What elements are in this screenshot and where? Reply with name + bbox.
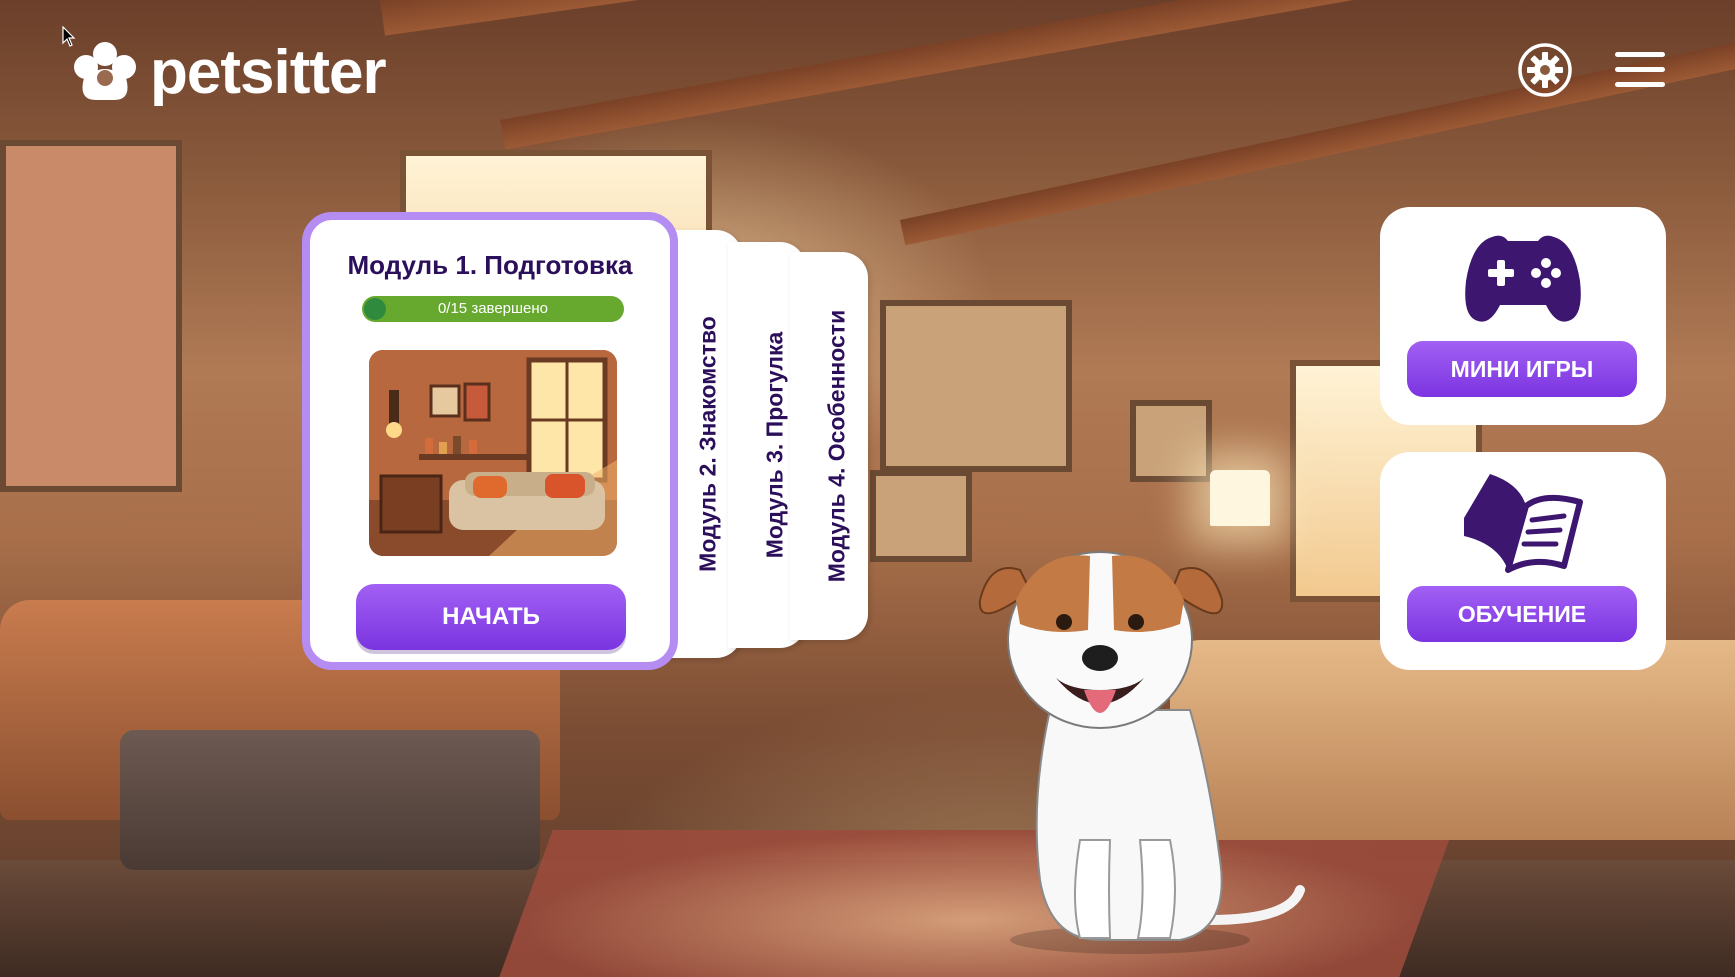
learning-card[interactable]: ОБУЧЕНИЕ (1380, 452, 1666, 670)
gamepad-icon (1465, 235, 1581, 322)
current-module-card: Модуль 1. Подготовка 0/15 завершено НАЧА… (302, 212, 678, 670)
book-icon (1464, 474, 1583, 573)
menu-button[interactable] (1610, 40, 1670, 100)
module-4-tab[interactable]: Модуль 4. Особенности (790, 252, 868, 640)
living-room-illustration (369, 350, 617, 556)
mini-games-button[interactable]: МИНИ ИГРЫ (1407, 341, 1637, 397)
module-title: Модуль 1. Подготовка (347, 250, 633, 280)
paw-icon (74, 42, 136, 100)
progress-bar: 0/15 завершено (362, 296, 624, 322)
mini-games-card[interactable]: МИНИ ИГРЫ (1380, 207, 1666, 425)
brand-name: petsitter (150, 38, 387, 107)
learning-button[interactable]: ОБУЧЕНИЕ (1407, 586, 1637, 642)
hamburger-menu-icon (1615, 52, 1665, 87)
module-3-label: Модуль 3. Прогулка (761, 331, 788, 559)
dog-illustration (978, 551, 1305, 954)
brand-logo[interactable]: petsitter (72, 38, 387, 107)
progress-text: 0/15 завершено (437, 300, 549, 317)
start-button[interactable]: НАЧАТЬ (356, 584, 626, 650)
module-4-label: Модуль 4. Особенности (823, 309, 850, 583)
gear-icon (1518, 43, 1572, 97)
settings-button[interactable] (1515, 40, 1575, 100)
module-2-label: Модуль 2. Знакомство (694, 316, 721, 572)
